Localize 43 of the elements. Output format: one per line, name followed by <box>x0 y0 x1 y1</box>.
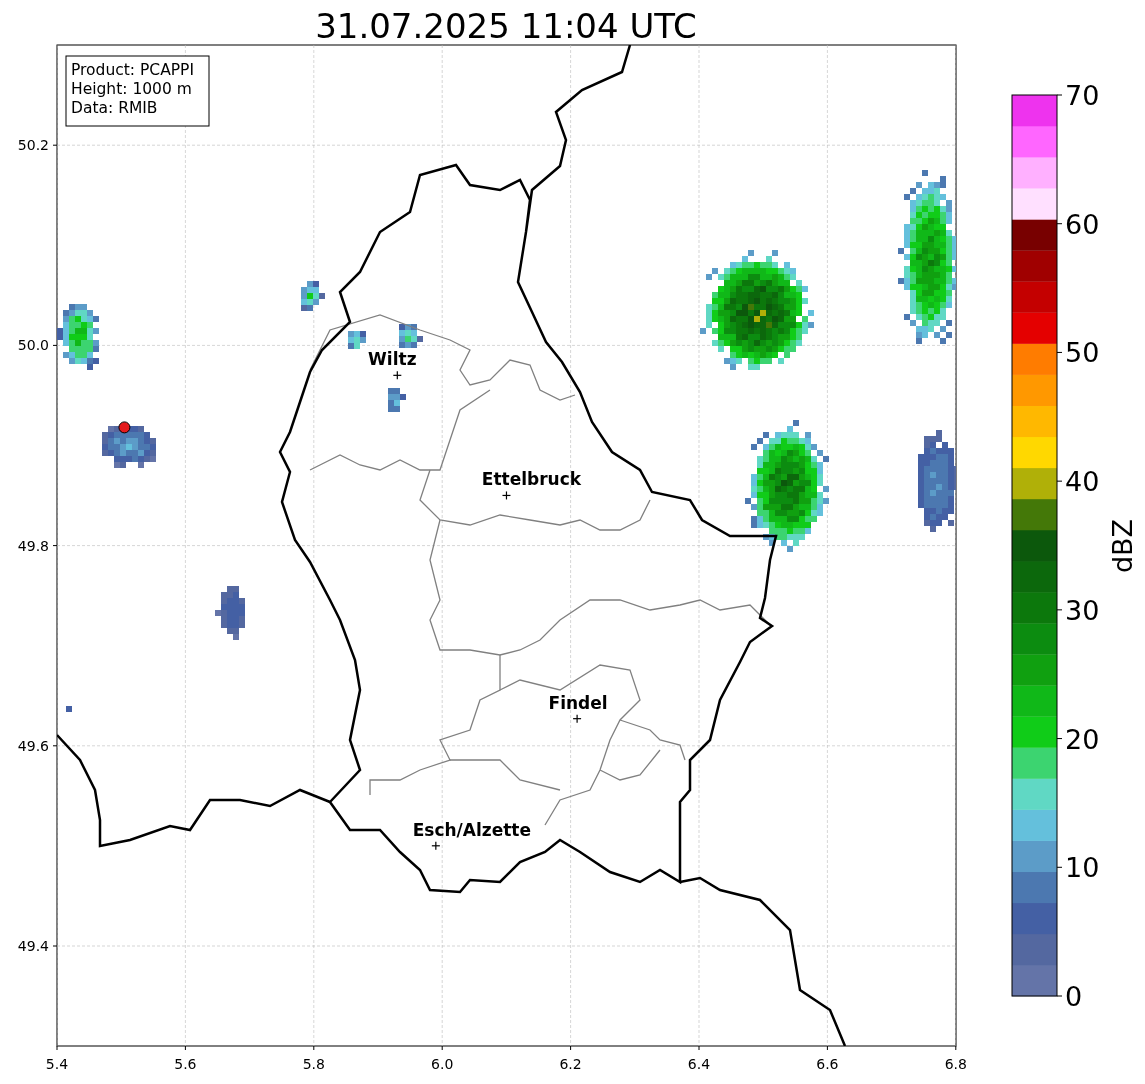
colorbar-tick-label: 10 <box>1065 852 1100 884</box>
city-label: Esch/Alzette <box>412 819 531 840</box>
radar-echo <box>399 324 423 348</box>
colorbar-tick-label: 30 <box>1065 594 1100 626</box>
x-tick-label: 6.6 <box>816 1056 839 1072</box>
colorbar-tick-label: 50 <box>1065 337 1100 369</box>
chart-title: 31.07.2025 11:04 UTC <box>315 6 697 46</box>
y-tick-label: 49.4 <box>17 938 49 954</box>
colorbar-tick-label: 40 <box>1065 466 1100 498</box>
radar-echo <box>66 706 72 712</box>
radar-echo <box>102 426 156 468</box>
city-label: Ettelbruck <box>481 469 582 490</box>
info-text: Data: RMIB <box>71 99 158 117</box>
city-marker <box>572 714 582 724</box>
colorbar-tick-label: 70 <box>1065 80 1100 111</box>
colorbar-tick-label: 0 <box>1065 981 1083 1012</box>
radar-echo <box>301 281 325 311</box>
y-tick-label: 49.6 <box>17 737 49 754</box>
radar-echo <box>348 331 366 349</box>
city-marker <box>431 841 441 851</box>
x-tick-label: 6.4 <box>687 1056 711 1072</box>
city-marker <box>501 490 512 501</box>
y-tick-label: 50.2 <box>17 137 49 154</box>
city-label: Findel <box>548 692 608 713</box>
x-tick-label: 6.2 <box>559 1056 582 1072</box>
city-label: Wiltz <box>368 349 417 370</box>
x-tick-label: 5.4 <box>45 1056 69 1072</box>
info-text: Height: 1000 m <box>71 80 192 98</box>
colorbar-tick-label: 60 <box>1065 208 1100 240</box>
info-text: Product: PCAPPI <box>71 61 195 79</box>
radar-echo <box>215 586 245 640</box>
x-tick-label: 5.6 <box>174 1056 197 1072</box>
radar-echo <box>388 388 406 412</box>
radar-site-marker <box>118 421 131 434</box>
radar-echo <box>57 304 99 370</box>
y-tick-label: 50.0 <box>17 337 49 354</box>
colorbar-label: dBZ <box>1107 518 1138 574</box>
x-tick-label: 6.0 <box>431 1056 454 1072</box>
colorbar-tick-label: 20 <box>1065 723 1100 755</box>
x-tick-label: 6.8 <box>944 1056 967 1072</box>
y-tick-label: 49.8 <box>17 537 49 554</box>
x-tick-label: 5.8 <box>302 1056 325 1072</box>
city-marker <box>392 370 402 380</box>
